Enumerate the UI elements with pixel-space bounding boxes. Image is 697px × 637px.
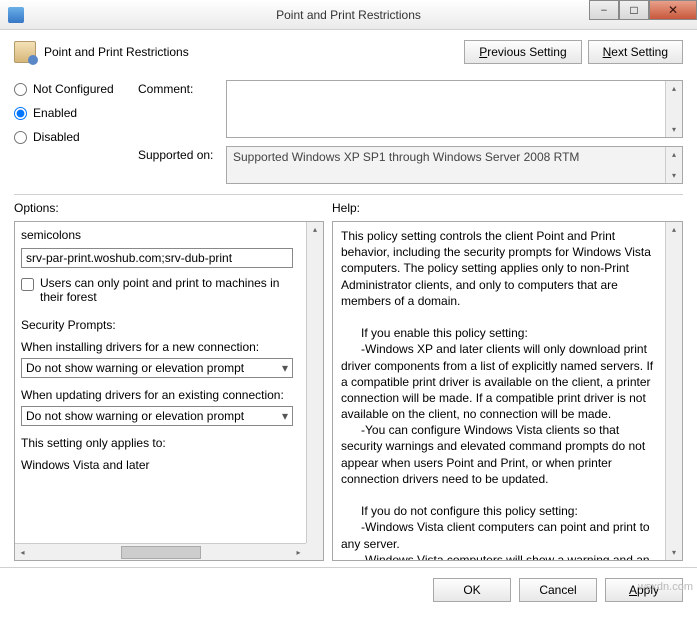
page-title: Point and Print Restrictions xyxy=(44,45,189,59)
minimize-button[interactable]: − xyxy=(589,0,619,20)
radio-enabled[interactable]: Enabled xyxy=(14,106,124,120)
scroll-down-icon[interactable]: ▾ xyxy=(667,168,682,183)
supported-on-box: Supported Windows XP SP1 through Windows… xyxy=(226,146,683,184)
scroll-down-icon[interactable]: ▾ xyxy=(667,545,682,560)
scrollbar-vertical[interactable]: ▴ ▾ xyxy=(665,81,682,137)
help-label: Help: xyxy=(332,201,683,215)
supported-on-value: Supported Windows XP SP1 through Windows… xyxy=(233,150,579,164)
comment-textarea[interactable]: ▴ ▾ xyxy=(226,80,683,138)
comment-label: Comment: xyxy=(138,80,218,96)
next-setting-button[interactable]: Next Setting xyxy=(588,40,683,64)
previous-setting-button[interactable]: Previous Setting xyxy=(464,40,581,64)
maximize-button[interactable]: □ xyxy=(619,0,649,20)
ok-button[interactable]: OK xyxy=(433,578,511,602)
scroll-left-icon[interactable]: ◂ xyxy=(15,545,30,560)
scroll-corner xyxy=(306,543,323,560)
update-drivers-label: When updating drivers for an existing co… xyxy=(21,388,300,402)
update-drivers-select[interactable]: Do not show warning or elevation prompt xyxy=(21,406,293,426)
scrollbar-vertical[interactable]: ▴ ▾ xyxy=(665,147,682,183)
apply-button[interactable]: Apply xyxy=(605,578,683,602)
supported-on-label: Supported on: xyxy=(138,146,218,162)
scrollbar-horizontal[interactable]: ◂ ▸ xyxy=(15,543,306,560)
scroll-down-icon[interactable]: ▾ xyxy=(667,122,682,137)
applies-to-label: This setting only applies to: xyxy=(21,436,300,450)
help-text: This policy setting controls the client … xyxy=(341,228,657,560)
forest-checkbox[interactable] xyxy=(21,278,34,291)
policy-icon xyxy=(14,41,36,63)
server-list-input[interactable] xyxy=(21,248,293,268)
cancel-button[interactable]: Cancel xyxy=(519,578,597,602)
options-panel: semicolons Users can only point and prin… xyxy=(14,221,324,561)
help-panel: This policy setting controls the client … xyxy=(332,221,683,561)
scroll-up-icon[interactable]: ▴ xyxy=(308,222,323,237)
scroll-up-icon[interactable]: ▴ xyxy=(667,222,682,237)
close-button[interactable]: ✕ xyxy=(649,0,697,20)
scrollbar-vertical[interactable]: ▴ ▾ xyxy=(306,222,323,560)
install-drivers-label: When installing drivers for a new connec… xyxy=(21,340,300,354)
scroll-right-icon[interactable]: ▸ xyxy=(291,545,306,560)
scroll-up-icon[interactable]: ▴ xyxy=(667,147,682,162)
forest-checkbox-label: Users can only point and print to machin… xyxy=(40,276,300,304)
security-prompts-heading: Security Prompts: xyxy=(21,318,300,332)
radio-not-configured[interactable]: Not Configured xyxy=(14,82,124,96)
applies-to-value: Windows Vista and later xyxy=(21,458,300,472)
install-drivers-select[interactable]: Do not show warning or elevation prompt xyxy=(21,358,293,378)
options-label: Options: xyxy=(14,201,324,215)
radio-disabled[interactable]: Disabled xyxy=(14,130,124,144)
app-icon xyxy=(8,7,24,23)
window-title: Point and Print Restrictions xyxy=(276,8,421,22)
scroll-up-icon[interactable]: ▴ xyxy=(667,81,682,96)
semicolons-label: semicolons xyxy=(21,228,300,242)
title-bar: Point and Print Restrictions − □ ✕ xyxy=(0,0,697,30)
scrollbar-vertical[interactable]: ▴ ▾ xyxy=(665,222,682,560)
scroll-thumb[interactable] xyxy=(121,546,201,559)
